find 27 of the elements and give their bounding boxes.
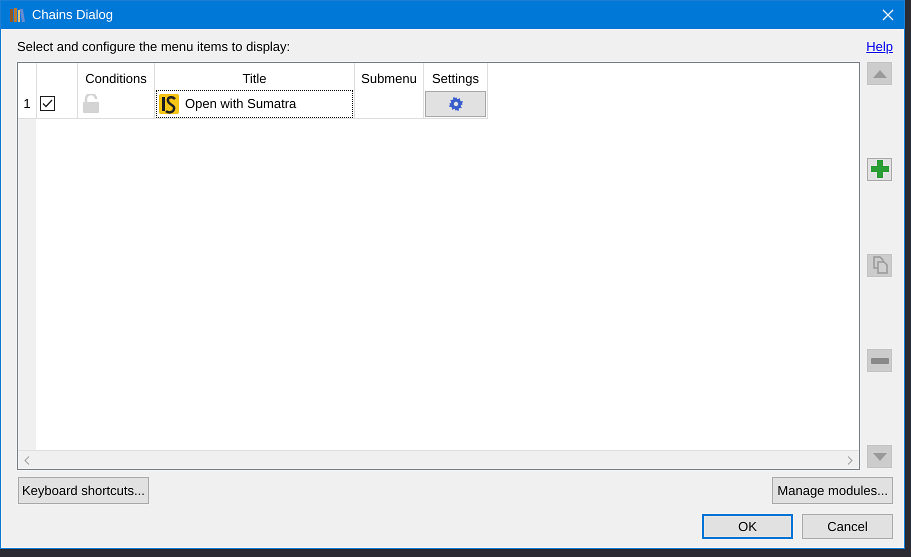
gear-icon xyxy=(448,96,462,110)
instruction-text: Select and configure the menu items to display: xyxy=(17,38,290,56)
keyboard-shortcuts-button[interactable]: Keyboard shortcuts... xyxy=(18,477,149,504)
column-header: Conditions xyxy=(78,63,155,89)
down-arrow-icon xyxy=(872,452,886,460)
app-logo-icon xyxy=(159,94,179,114)
plus-icon xyxy=(870,160,888,178)
add-button[interactable] xyxy=(867,158,892,181)
horizontal-scrollbar[interactable] xyxy=(18,450,859,469)
row-number: 1 xyxy=(18,89,36,119)
row-checkbox[interactable] xyxy=(40,96,55,111)
up-arrow-icon xyxy=(872,70,886,78)
copy-icon xyxy=(870,256,888,274)
books-icon xyxy=(9,7,25,23)
title-cell[interactable]: Open with Sumatra xyxy=(156,90,353,118)
window-title: Chains Dialog xyxy=(32,6,113,24)
help-link[interactable]: Help xyxy=(866,37,893,57)
manage-modules-button[interactable]: Manage modules... xyxy=(772,477,893,504)
minus-icon xyxy=(870,358,888,364)
column-header: Settings xyxy=(424,63,488,89)
column-header: Submenu xyxy=(355,63,424,89)
close-icon[interactable] xyxy=(882,9,894,21)
dialog-button[interactable]: OK xyxy=(702,514,793,539)
padlock-icon xyxy=(83,94,99,113)
settings-button[interactable] xyxy=(425,90,486,116)
dialog-button[interactable]: Cancel xyxy=(802,514,893,539)
column-header: Title xyxy=(155,63,355,89)
